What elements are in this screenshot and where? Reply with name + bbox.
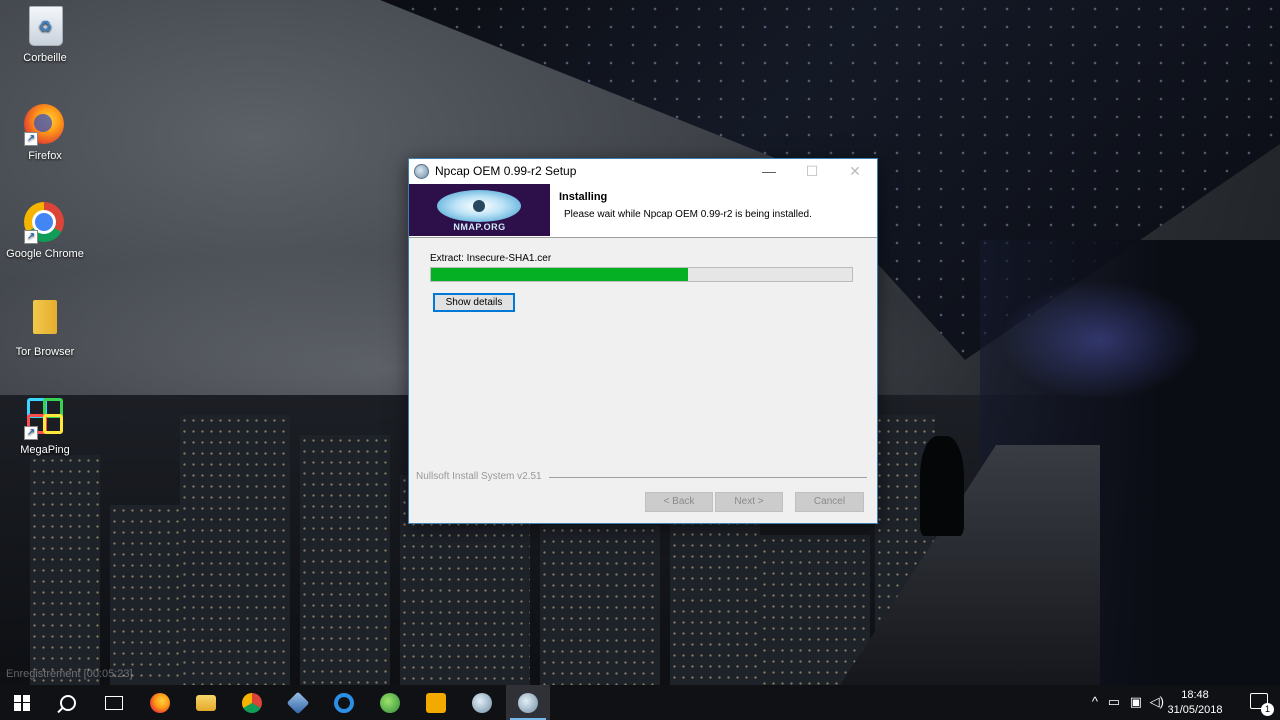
chrome-icon [242,692,262,713]
minimize-button[interactable]: — [747,159,791,183]
network-icon[interactable]: ▣ [1130,694,1142,710]
desktop-icon-label: Tor Browser [15,346,75,358]
progress-fill [431,268,688,281]
clock-date: 31/05/2018 [1167,704,1223,716]
task-view-button[interactable] [92,685,136,720]
npcap-setup-icon [472,692,492,713]
taskbar: ^ ▭ ▣ ◁) 18:48 31/05/2018 1 [0,685,1280,720]
shortcut-arrow-icon: ↗ [24,132,38,146]
wallpaper-building [540,525,660,685]
shortcut-arrow-icon: ↗ [24,426,38,440]
start-button[interactable] [0,685,44,720]
maximize-button: ☐ [805,163,819,179]
wallpaper-silhouette [920,436,964,536]
page-subtitle: Please wait while Npcap OEM 0.99-r2 is b… [564,209,812,220]
nsis-branding-label: Nullsoft Install System v2.51 [416,471,542,482]
megaping-icon: ↗ [24,398,66,440]
taskbar-edge[interactable] [322,685,366,720]
desktop-icon-label: Firefox [28,150,62,162]
banner-text: NMAP.ORG [453,222,506,232]
recycle-bin-icon [24,6,66,48]
page-title: Installing [559,191,608,203]
wallpaper-building [110,505,190,685]
battery-icon[interactable]: ▭ [1108,694,1120,710]
taskbar-firefox[interactable] [138,685,182,720]
title-bar[interactable]: Npcap OEM 0.99-r2 Setup — ☐ ✕ [409,159,877,183]
nmap-banner-logo: NMAP.ORG [409,184,550,236]
folder-icon [24,300,66,342]
installer-header: NMAP.ORG Installing Please wait while Np… [409,183,877,238]
network-globe-icon [380,692,400,713]
taskbar-file-explorer[interactable] [184,685,228,720]
system-tray: ^ ▭ ▣ ◁) 18:48 31/05/2018 1 [1080,685,1280,720]
close-button: ✕ [849,163,861,179]
back-button: < Back [645,492,713,512]
wallpaper-glow [1000,280,1200,400]
show-details-button[interactable]: Show details [433,293,515,312]
desktop-icon-tor-browser[interactable]: Tor Browser [0,300,90,358]
footer-divider [549,477,867,478]
next-button: Next > [715,492,783,512]
extract-status-label: Extract: Insecure-SHA1.cer [430,253,552,264]
cancel-button: Cancel [795,492,864,512]
wallpaper-building [180,415,290,685]
taskbar-chrome[interactable] [230,685,274,720]
firefox-icon: ↗ [24,104,66,146]
wallpaper-building [760,535,870,685]
clock-time: 18:48 [1181,689,1209,701]
nmap-eye-icon [437,190,521,222]
media-player-icon [426,692,446,713]
desktop-icon-label: Corbeille [23,52,67,64]
install-progress-bar [430,267,853,282]
shortcut-arrow-icon: ↗ [24,230,38,244]
virtualbox-icon [286,691,310,714]
taskbar-media-player[interactable] [414,685,458,720]
desktop-icon-chrome[interactable]: ↗ Google Chrome [0,202,90,260]
window-title: Npcap OEM 0.99-r2 Setup [435,164,577,178]
wallpaper-building [300,435,390,685]
taskbar-npcap-setup[interactable] [460,685,504,720]
notification-badge: 1 [1261,703,1274,716]
npcap-app-icon [414,163,429,179]
taskbar-npcap-setup-active[interactable] [506,685,550,720]
desktop-icon-recycle-bin[interactable]: Corbeille [0,6,90,64]
firefox-icon [150,692,170,713]
search-icon [60,694,76,711]
start-icon [14,694,30,711]
task-view-icon [105,695,123,710]
chrome-icon: ↗ [24,202,66,244]
taskbar-network-globe[interactable] [368,685,412,720]
desktop-icon-label: Google Chrome [6,248,84,260]
tray-chevron-icon[interactable]: ^ [1092,694,1098,709]
desktop-icon-firefox[interactable]: ↗ Firefox [0,104,90,162]
search-button[interactable] [46,685,90,720]
file-explorer-icon [196,694,216,711]
npcap-setup-icon [518,692,538,713]
desktop-icon-label: MegaPing [20,444,70,456]
desktop-icon-megaping[interactable]: ↗ MegaPing [0,398,90,456]
installer-window: Npcap OEM 0.99-r2 Setup — ☐ ✕ NMAP.ORG I… [408,158,878,524]
taskbar-clock[interactable]: 18:48 31/05/2018 [1160,688,1230,718]
edge-icon [334,692,354,713]
wallpaper-building [30,455,100,685]
taskbar-virtualbox[interactable] [276,685,320,720]
recording-watermark: Enregistrement [00:05:23] [6,668,133,680]
